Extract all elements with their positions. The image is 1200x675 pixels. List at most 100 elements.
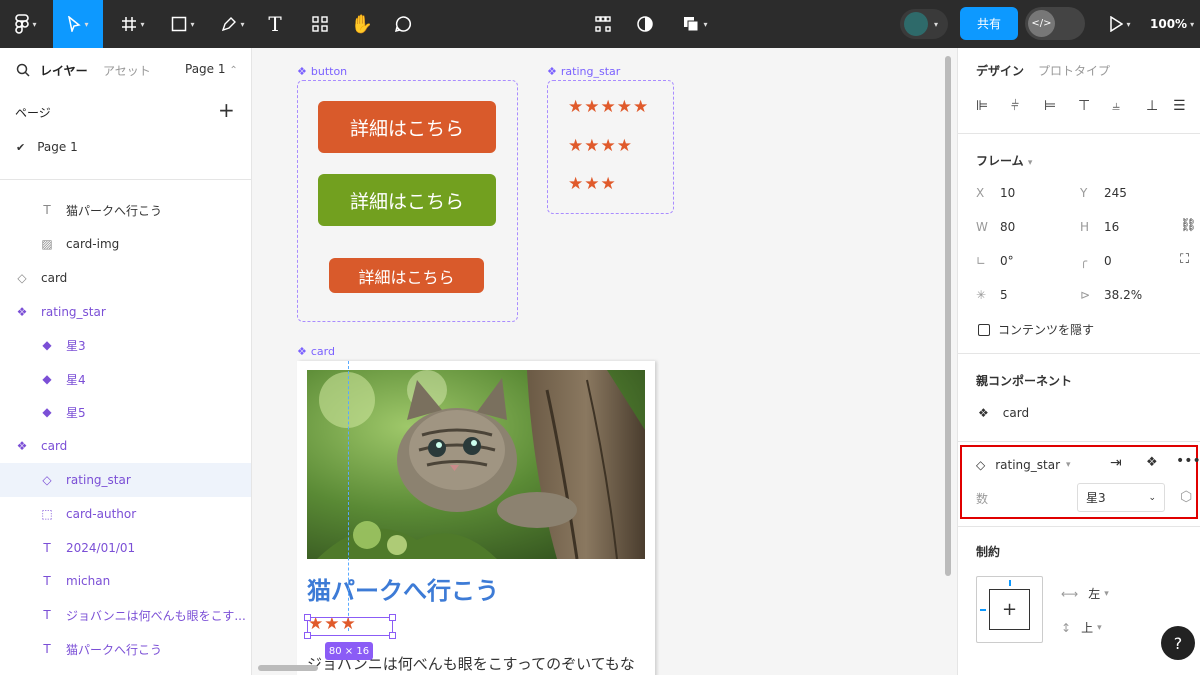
instance-selector[interactable]: ◇ rating_star ▾ [976, 458, 1071, 472]
component-icon[interactable]: ❖ [1146, 455, 1158, 470]
radius-field[interactable]: ╭ 0 [1080, 254, 1112, 268]
vertical-constraint[interactable]: ↕ 上 ▾ [1061, 619, 1102, 636]
width-field[interactable]: W 80 [976, 220, 1015, 234]
layer-row[interactable]: T 2024/01/01 [0, 531, 251, 565]
card-component-label[interactable]: ❖ card [297, 345, 335, 358]
parent-component-header: 親コンポーネント [976, 374, 1073, 388]
tab-layers[interactable]: レイヤー [40, 62, 88, 79]
constraint-widget[interactable]: + [976, 576, 1043, 643]
frame-icon: ⬚ [41, 507, 53, 521]
help-button[interactable]: ? [1161, 626, 1195, 660]
button-variant-primary[interactable]: 詳細はこちら [318, 101, 496, 153]
add-page-icon[interactable]: + [218, 98, 235, 122]
align-right-icon[interactable]: ⊨ [1044, 98, 1056, 114]
variant-select[interactable]: 星3 ⌄ [1077, 483, 1165, 512]
page-item[interactable]: ✔ Page 1 [0, 130, 251, 164]
layer-row[interactable]: ◆ 星3 [0, 328, 251, 362]
dev-mode-toggle[interactable]: </> [1025, 7, 1085, 40]
chevron-down-icon: ⌄ [1148, 492, 1156, 503]
frame-tool-button[interactable]: ▾ [110, 0, 156, 48]
star-points-field[interactable]: ✳ 5 [976, 288, 1008, 302]
horizontal-constraint[interactable]: ⟷ 左 ▾ [1061, 585, 1109, 602]
layer-row[interactable]: ⬚ card-author [0, 497, 251, 531]
tab-assets[interactable]: アセット [103, 62, 151, 79]
align-top-icon[interactable]: ⊤ [1078, 98, 1090, 114]
present-button[interactable]: ▾ [1105, 0, 1135, 48]
rating-component-label[interactable]: ❖ rating_star [547, 65, 620, 78]
hand-tool-button[interactable]: ✋ [347, 0, 377, 48]
layer-row-selected[interactable]: ◇ rating_star [0, 463, 251, 497]
distribute-icon[interactable]: ☰ [1173, 98, 1186, 114]
tab-prototype[interactable]: プロトタイプ [1038, 62, 1110, 79]
text-tool-button[interactable]: T [260, 0, 290, 48]
card-title[interactable]: 猫パークへ行こう [307, 571, 499, 606]
button-component-label[interactable]: ❖ button [297, 65, 347, 78]
frame-header[interactable]: フレーム ▾ [976, 152, 1032, 169]
go-to-main-icon[interactable]: ⇥ [1110, 455, 1122, 471]
rating-stars-3[interactable]: ★★★ [568, 174, 617, 194]
layer-row[interactable]: T 猫パークへ行こう [0, 632, 251, 666]
card-img[interactable] [307, 370, 645, 559]
share-button[interactable]: 共有 [960, 7, 1018, 40]
parent-component-link[interactable]: ❖ card [978, 406, 1029, 420]
search-icon[interactable] [16, 63, 30, 77]
main-menu-button[interactable]: ▾ [0, 0, 52, 48]
align-center-v-icon[interactable]: ⫨ [1112, 98, 1120, 114]
resize-handle[interactable] [389, 632, 396, 639]
rotation-field[interactable]: ∟ 0° [976, 254, 1014, 268]
constrain-proportions-icon[interactable]: ⛓ [1180, 218, 1197, 233]
button-variant-small[interactable]: 詳細はこちら [329, 258, 484, 293]
pen-tool-button[interactable]: ▾ [210, 0, 256, 48]
zoom-level[interactable]: 100% ▾ [1150, 0, 1194, 48]
property-icon[interactable]: ⬡ [1180, 489, 1192, 505]
text-icon: T [43, 574, 51, 588]
resize-handle[interactable] [304, 632, 311, 639]
align-bottom-icon[interactable]: ⊥ [1146, 98, 1158, 114]
independent-corners-icon[interactable]: ⛶ [1180, 252, 1189, 267]
component-icon: ❖ [978, 406, 989, 420]
layer-row[interactable]: ◆ 星4 [0, 362, 251, 396]
resources-button[interactable] [305, 0, 335, 48]
align-center-h-icon[interactable]: ⫩ [1011, 98, 1019, 114]
height-field[interactable]: H 16 [1080, 220, 1119, 234]
layer-row[interactable]: ❖ rating_star [0, 295, 251, 329]
contrast-button[interactable] [630, 0, 660, 48]
left-panel-tabs: レイヤー アセット Page 1 ⌃ [0, 48, 251, 92]
layer-row[interactable]: ◆ 星5 [0, 395, 251, 429]
selection-box[interactable] [304, 614, 396, 639]
button-variant-green[interactable]: 詳細はこちら [318, 174, 496, 226]
page-selector[interactable]: Page 1 ⌃ [185, 62, 238, 76]
star-ratio-field[interactable]: ⊳ 38.2% [1080, 288, 1142, 302]
ratio-icon: ⊳ [1080, 288, 1091, 302]
shape-tool-button[interactable]: ▾ [160, 0, 206, 48]
constraint-left-indicator[interactable] [980, 609, 986, 611]
rating-stars-4[interactable]: ★★★★ [568, 136, 633, 156]
layer-row[interactable]: ▨ card-img [0, 227, 251, 261]
layer-row[interactable]: ❖ card [0, 429, 251, 463]
vertical-scrollbar[interactable] [945, 56, 951, 576]
move-tool-button[interactable]: ▾ [53, 0, 103, 48]
hand-icon: ✋ [350, 13, 374, 35]
resize-handle[interactable] [304, 614, 311, 621]
boolean-button[interactable]: ▾ [675, 0, 715, 48]
comment-tool-button[interactable] [388, 0, 418, 48]
rating-stars-5[interactable]: ★★★★★ [568, 97, 649, 117]
tab-design[interactable]: デザイン [976, 62, 1024, 79]
layer-row[interactable]: T michan [0, 564, 251, 598]
x-field[interactable]: X 10 [976, 186, 1015, 200]
y-field[interactable]: Y 245 [1080, 186, 1127, 200]
hide-content-checkbox[interactable]: コンテンツを隠す [978, 321, 1094, 338]
layer-row[interactable]: T ジョバンニは何べんも眼をこす... [0, 598, 251, 632]
constraint-top-indicator[interactable] [1009, 580, 1011, 586]
layer-row[interactable]: T 猫パークへ行こう [0, 193, 251, 227]
resize-handle[interactable] [389, 614, 396, 621]
align-left-icon[interactable]: ⊫ [976, 98, 988, 114]
grid-layout-button[interactable] [588, 0, 618, 48]
size-badge: 80 × 16 [325, 642, 373, 660]
horizontal-scrollbar[interactable] [258, 665, 318, 671]
layers-panel: レイヤー アセット Page 1 ⌃ ページ + ✔ Page 1 T 猫パーク… [0, 48, 252, 675]
canvas[interactable]: ❖ button 詳細はこちら 詳細はこちら 詳細はこちら ❖ rating_s… [252, 48, 957, 675]
more-options-icon[interactable]: ••• [1176, 453, 1200, 469]
user-avatar-button[interactable]: ▾ [900, 9, 948, 39]
layer-row[interactable]: ◇ card [0, 261, 251, 295]
